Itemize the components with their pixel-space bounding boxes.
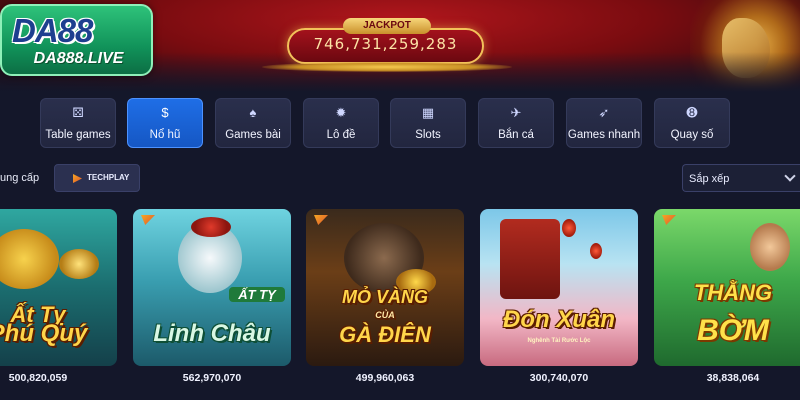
pagoda xyxy=(500,219,560,299)
category-slots[interactable]: ▦ Slots xyxy=(390,98,466,148)
money-bag-icon: $ xyxy=(161,105,169,120)
category-games-nhanh[interactable]: ➶ Games nhanh xyxy=(566,98,642,148)
provider-name: TECHPLAY xyxy=(87,173,130,182)
provider-label: ung cấp xyxy=(0,172,40,184)
category-label: Games bài xyxy=(225,129,281,141)
game-card-don-xuan[interactable]: Đón Xuân Nghênh Tài Rước Lộc xyxy=(480,209,638,366)
game-title: Phú Quý xyxy=(0,320,88,347)
techplay-logo-icon xyxy=(73,174,82,183)
chevron-down-icon xyxy=(784,170,796,182)
ball-8-icon: ➑ xyxy=(686,105,698,120)
lantern xyxy=(562,219,576,237)
category-label: Bắn cá xyxy=(498,129,534,141)
jackpot-label: JACKPOT xyxy=(343,18,431,34)
sort-label: Sắp xếp xyxy=(689,173,730,185)
gold-coins-decoration xyxy=(262,62,512,72)
game-jackpot: 300,740,070 xyxy=(529,372,589,384)
category-games-bai[interactable]: ♠ Games bài xyxy=(215,98,291,148)
gold-ingot xyxy=(59,249,99,279)
category-ban-ca[interactable]: ✈ Bắn cá xyxy=(478,98,554,148)
game-jackpot: 499,960,063 xyxy=(355,372,415,384)
dice-icon: ⚄ xyxy=(72,105,84,120)
sort-dropdown[interactable]: Sắp xếp xyxy=(682,164,800,192)
logo-text: DA88 xyxy=(12,12,93,49)
game-title-top: THẰNG xyxy=(693,280,773,305)
jackpot-value: 746,731,259,283 xyxy=(313,35,458,53)
game-title: Đón Xuân xyxy=(503,306,615,333)
fish-icon: ✈ xyxy=(510,105,522,120)
category-lo-de[interactable]: ✹ Lô đề xyxy=(303,98,379,148)
game-subtitle: Nghênh Tài Rước Lộc xyxy=(527,338,591,344)
red-hat xyxy=(191,217,231,237)
boy-character xyxy=(750,223,790,271)
category-label: Nổ hũ xyxy=(149,129,181,141)
game-card-phu-quy[interactable]: Ất Tỵ Phú Quý xyxy=(0,209,117,366)
category-label: Games nhanh xyxy=(567,129,641,141)
category-label: Table games xyxy=(45,129,111,141)
site-logo[interactable]: DA88 DA888.LIVE xyxy=(0,4,153,76)
category-label: Lô đề xyxy=(326,129,356,141)
lantern xyxy=(590,243,602,259)
game-card-thang-bom[interactable]: THẰNG BỜM xyxy=(654,209,800,366)
game-title: Linh Châu xyxy=(153,320,271,347)
rocket-icon: ➶ xyxy=(598,105,610,120)
game-jackpot: 500,820,059 xyxy=(8,372,68,384)
game-title: BỜM xyxy=(697,314,769,347)
cards-icon: ♠ xyxy=(249,105,257,120)
provider-techplay-button[interactable]: TECHPLAY xyxy=(54,164,140,192)
game-jackpot: 562,970,070 xyxy=(182,372,242,384)
game-card-mo-vang-cua-ga-dien[interactable]: MỎ VÀNG CỦA GÀ ĐIÊN xyxy=(306,209,464,366)
category-label: Quay số xyxy=(670,129,714,141)
game-title-mid: CỦA xyxy=(375,310,395,320)
game-card-linh-chau[interactable]: ẤT TỴ Linh Châu xyxy=(133,209,291,366)
game-title: GÀ ĐIÊN xyxy=(339,322,431,347)
category-label: Slots xyxy=(415,129,441,141)
game-title-top: ẤT TỴ xyxy=(229,287,285,302)
logo-domain: DA888.LIVE xyxy=(33,50,124,67)
category-quay-so[interactable]: ➑ Quay số xyxy=(654,98,730,148)
category-table-games[interactable]: ⚄ Table games xyxy=(40,98,116,148)
slot-machine-icon: ▦ xyxy=(421,105,435,120)
game-title-top: MỎ VÀNG xyxy=(341,287,428,307)
lottery-wheel-icon: ✹ xyxy=(335,105,347,120)
category-no-hu[interactable]: $ Nổ hũ xyxy=(127,98,203,148)
game-jackpot: 38,838,064 xyxy=(706,372,760,384)
